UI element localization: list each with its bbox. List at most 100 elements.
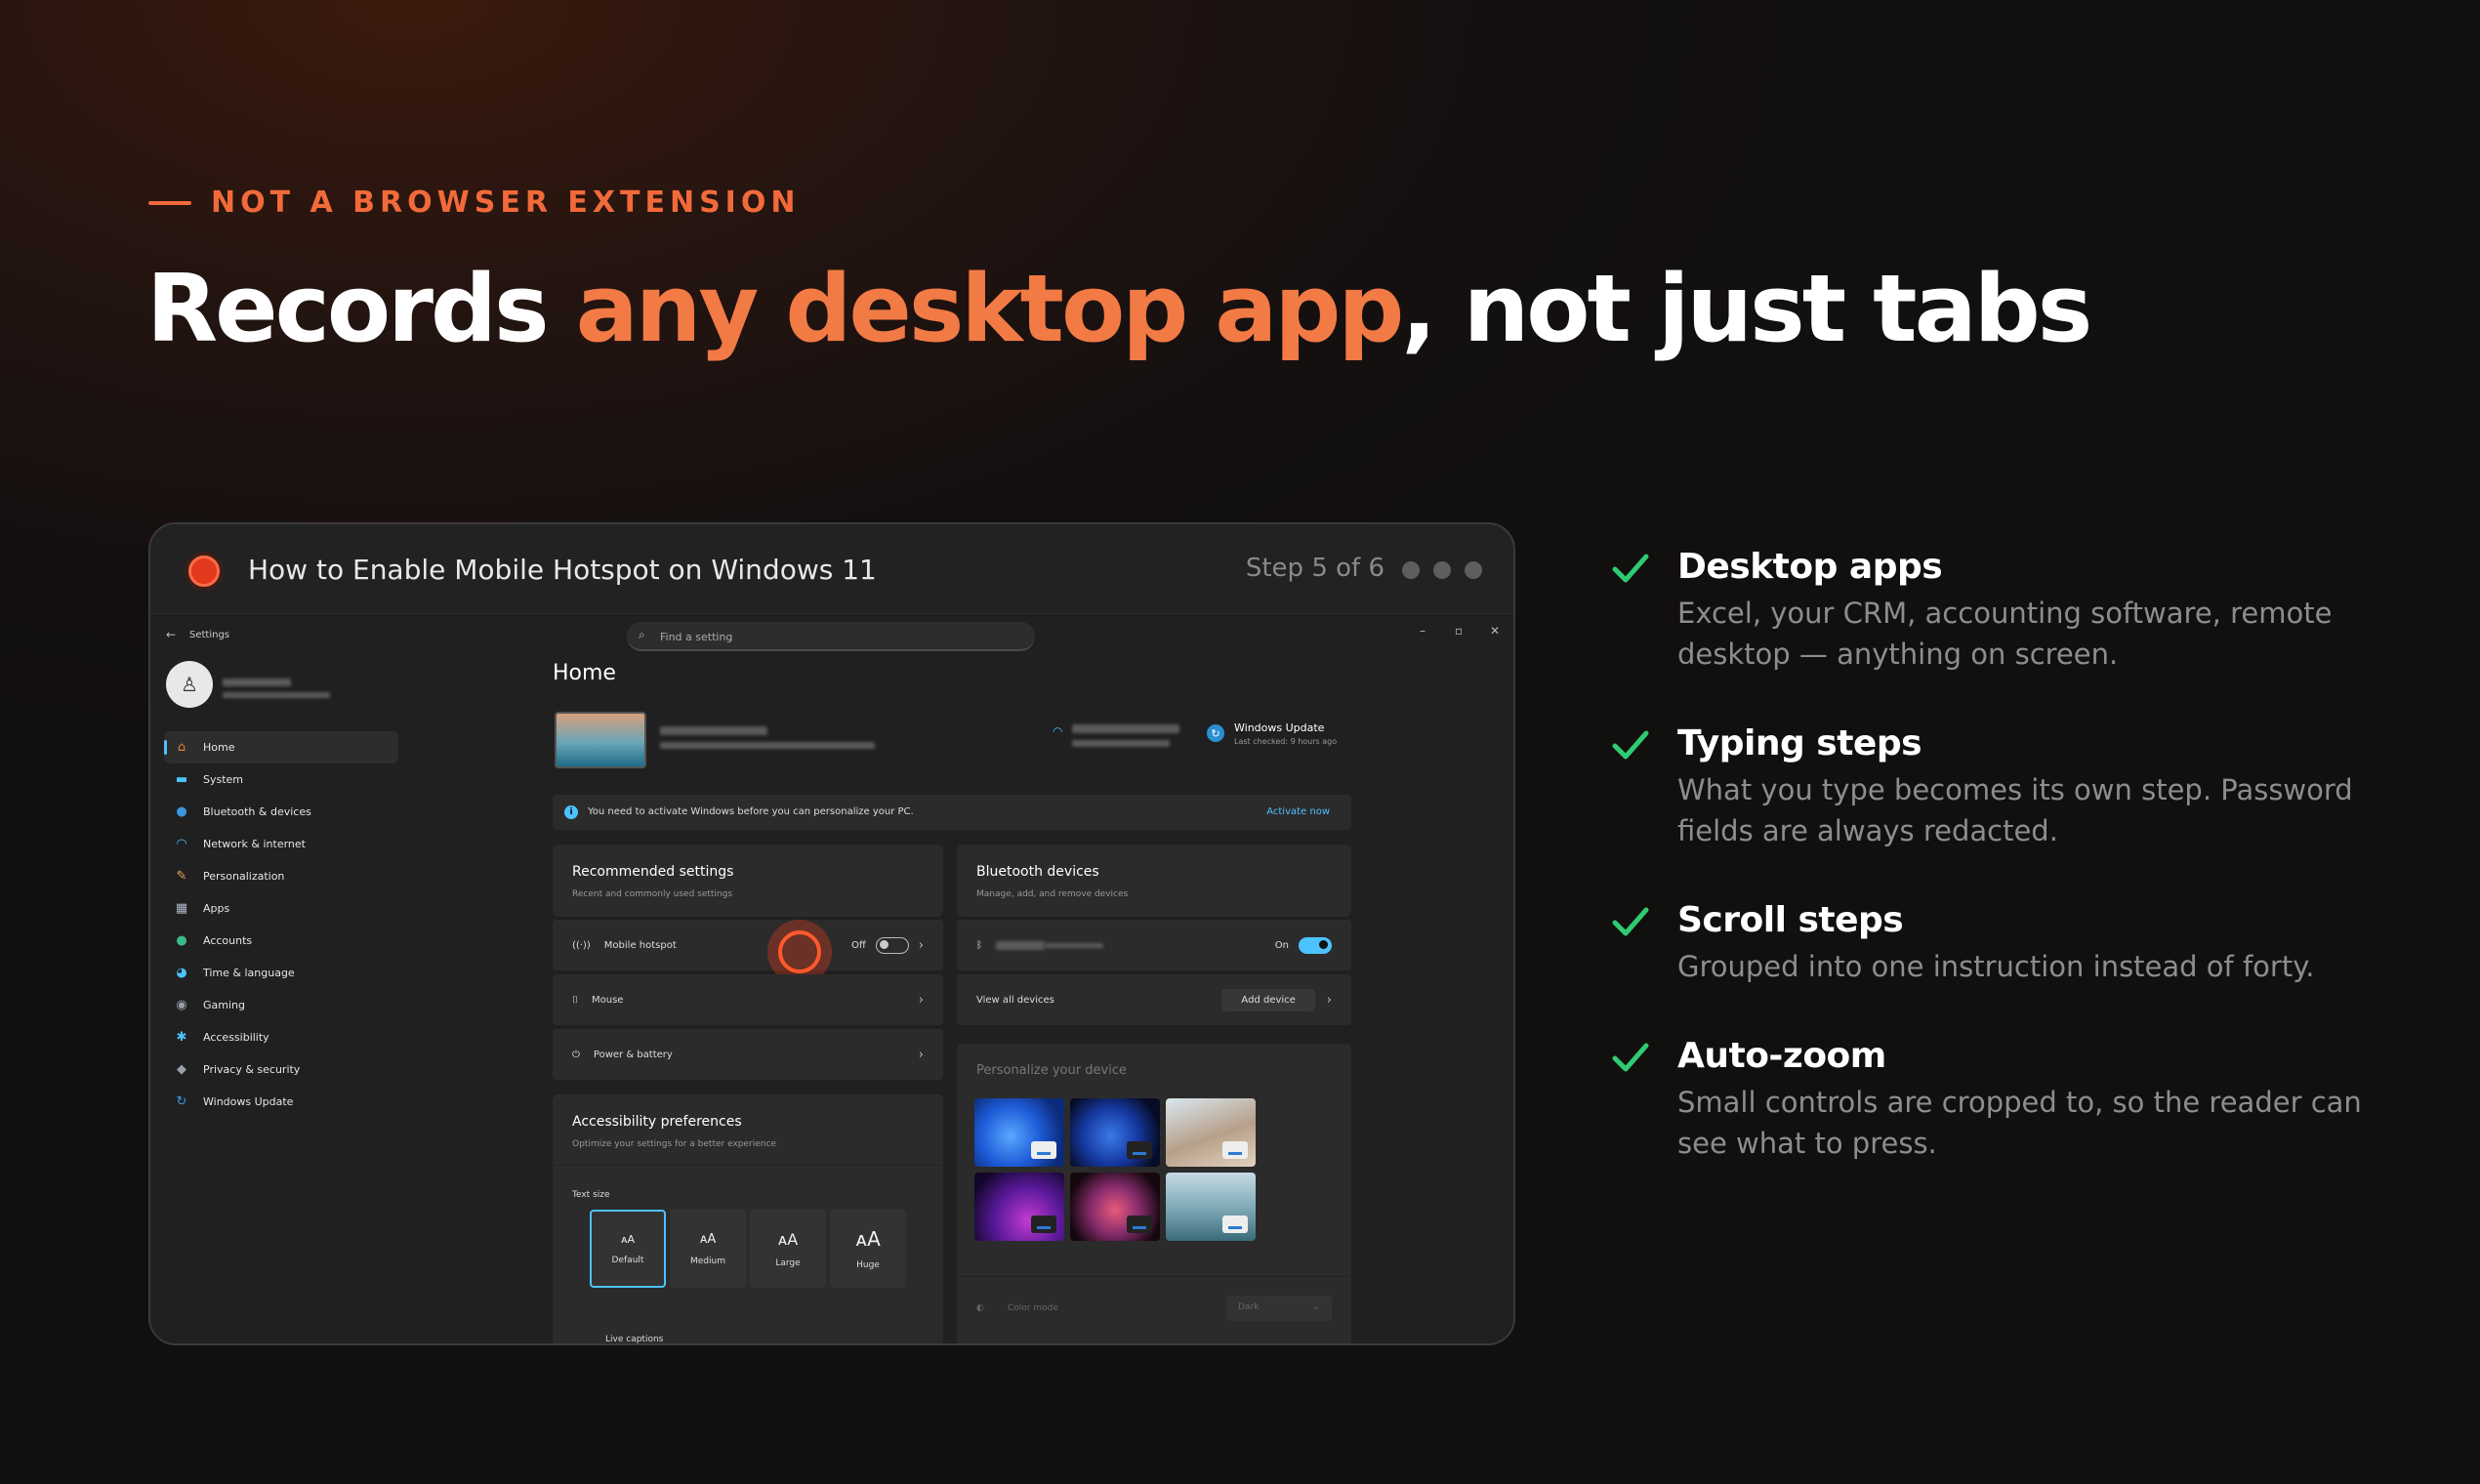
wallpaper-thumb[interactable] bbox=[1070, 1098, 1160, 1167]
sidebar-item-label: Network & internet bbox=[203, 838, 306, 850]
search-placeholder: Find a setting bbox=[660, 631, 733, 643]
wallpaper-thumb[interactable] bbox=[1166, 1173, 1256, 1241]
windows-update-subtitle: Last checked: 9 hours ago bbox=[1234, 737, 1338, 746]
power-battery-label: Power & battery bbox=[593, 1049, 673, 1060]
chevron-right-icon: › bbox=[918, 937, 924, 953]
close-icon[interactable]: ✕ bbox=[1490, 624, 1500, 638]
view-all-devices-row[interactable]: View all devices Add device › bbox=[957, 974, 1351, 1025]
sidebar-item-apps[interactable]: ▦ Apps bbox=[164, 892, 398, 925]
size-label: Large bbox=[775, 1257, 801, 1268]
power-battery-row[interactable]: ⏻ Power & battery › bbox=[553, 1029, 943, 1080]
color-mode-label: Color mode bbox=[1008, 1303, 1058, 1313]
color-mode-icon: ◐ bbox=[976, 1303, 984, 1313]
sidebar-item-privacy-security[interactable]: ◆ Privacy & security bbox=[164, 1053, 398, 1086]
sidebar-item-accessibility[interactable]: ✱ Accessibility bbox=[164, 1021, 398, 1053]
text-size-large[interactable]: ᴀA Large bbox=[750, 1210, 826, 1288]
wifi-icon: ◠ bbox=[1053, 724, 1063, 738]
gamepad-icon: ◉ bbox=[176, 998, 187, 1012]
sidebar-item-personalization[interactable]: ✎ Personalization bbox=[164, 860, 398, 892]
text-size-huge[interactable]: ᴀA Huge bbox=[830, 1210, 906, 1288]
device-thumbnail[interactable] bbox=[555, 712, 646, 768]
personalize-title: Personalize your device bbox=[976, 1063, 1127, 1078]
redacted-device-info bbox=[660, 742, 875, 749]
apps-icon: ▦ bbox=[175, 901, 188, 916]
feature-item: Auto-zoom Small controls are cropped to,… bbox=[1609, 1036, 2371, 1164]
mobile-hotspot-row[interactable]: ((·)) Mobile hotspot Off › bbox=[553, 920, 943, 970]
redacted-network-status bbox=[1072, 740, 1170, 747]
feature-description: Grouped into one instruction instead of … bbox=[1677, 950, 2315, 983]
back-arrow-icon[interactable]: ← bbox=[166, 628, 176, 641]
redacted-email bbox=[223, 692, 330, 698]
bluetooth-state: On bbox=[1274, 939, 1289, 951]
redacted-device-detail bbox=[1045, 942, 1103, 948]
dot-icon bbox=[1433, 561, 1451, 579]
sidebar-item-label: Home bbox=[203, 741, 235, 754]
add-device-button[interactable]: Add device bbox=[1221, 988, 1315, 1011]
sidebar-item-time-language[interactable]: ◕ Time & language bbox=[164, 957, 398, 989]
home-icon: ⌂ bbox=[177, 740, 186, 755]
activation-banner: i You need to activate Windows before yo… bbox=[553, 795, 1351, 830]
feature-item: Typing steps What you type becomes its o… bbox=[1609, 723, 2371, 851]
wifi-icon: ◠ bbox=[176, 837, 187, 851]
headline-part2: , not just tabs bbox=[1401, 256, 2092, 363]
sidebar-item-system[interactable]: ▬ System bbox=[164, 763, 398, 796]
bluetooth-icon: ● bbox=[176, 804, 187, 819]
window-dots bbox=[1402, 561, 1482, 579]
bluetooth-icon: ᛒ bbox=[976, 939, 982, 951]
wallpaper-thumb[interactable] bbox=[974, 1173, 1064, 1241]
eyebrow-dash bbox=[148, 200, 191, 205]
sidebar-item-gaming[interactable]: ◉ Gaming bbox=[164, 989, 398, 1021]
sidebar-item-bluetooth-devices[interactable]: ● Bluetooth & devices bbox=[164, 796, 398, 828]
feature-title: Scroll steps bbox=[1677, 900, 1904, 940]
power-icon: ⏻ bbox=[572, 1049, 580, 1060]
avatar[interactable]: ♙ bbox=[166, 661, 213, 708]
mobile-hotspot-label: Mobile hotspot bbox=[603, 939, 677, 951]
color-mode-select[interactable]: Dark ⌄ bbox=[1226, 1296, 1332, 1321]
sidebar-item-label: Accounts bbox=[203, 934, 253, 947]
sidebar-item-network-internet[interactable]: ◠ Network & internet bbox=[164, 828, 398, 860]
text-size-default[interactable]: ᴀA Default bbox=[590, 1210, 666, 1288]
minimize-icon[interactable]: – bbox=[1420, 624, 1426, 638]
activate-now-link[interactable]: Activate now bbox=[1266, 806, 1330, 817]
wallpaper-thumb[interactable] bbox=[1166, 1098, 1256, 1167]
feature-description: Excel, your CRM, accounting software, re… bbox=[1677, 597, 2333, 671]
search-icon: ⌕ bbox=[639, 628, 645, 641]
sidebar-item-home[interactable]: ⌂ Home bbox=[164, 731, 398, 763]
view-all-devices-link[interactable]: View all devices bbox=[976, 995, 1054, 1006]
headline-part1: Records bbox=[146, 256, 576, 363]
sidebar-nav: ⌂ Home ▬ System ● Bluetooth & devices ◠ Network… bbox=[164, 731, 398, 1118]
wallpaper-thumb[interactable] bbox=[974, 1098, 1064, 1167]
search-input[interactable]: ⌕ Find a setting bbox=[627, 622, 1035, 651]
text-size-medium[interactable]: ᴀA Medium bbox=[670, 1210, 746, 1288]
redacted-device-name bbox=[660, 726, 767, 735]
sidebar-item-label: Accessibility bbox=[203, 1031, 269, 1044]
mouse-icon: ⌷ bbox=[572, 994, 578, 1006]
info-icon: i bbox=[564, 805, 578, 819]
windows-update-title[interactable]: Windows Update bbox=[1234, 721, 1324, 734]
redacted-username bbox=[223, 679, 291, 686]
headline-accent: any desktop app bbox=[575, 256, 1405, 363]
bluetooth-subtitle: Manage, add, and remove devices bbox=[976, 889, 1129, 899]
scrollbar[interactable] bbox=[1513, 707, 1515, 1127]
mouse-row[interactable]: ⌷ Mouse › bbox=[553, 974, 943, 1025]
recommended-settings-panel: Recommended settings Recent and commonly… bbox=[553, 845, 943, 917]
bluetooth-toggle[interactable] bbox=[1299, 936, 1332, 954]
bluetooth-panel: Bluetooth devices Manage, add, and remov… bbox=[957, 845, 1351, 917]
sidebar-item-label: Time & language bbox=[203, 967, 295, 979]
check-icon bbox=[1612, 554, 1649, 583]
wallpaper-thumb[interactable] bbox=[1070, 1173, 1160, 1241]
size-label: Default bbox=[611, 1255, 644, 1265]
recommended-title: Recommended settings bbox=[572, 864, 734, 880]
maximize-icon[interactable]: ▫ bbox=[1455, 624, 1463, 638]
accessibility-subtitle: Optimize your settings for a better expe… bbox=[572, 1139, 776, 1149]
sidebar-item-windows-update[interactable]: ↻ Windows Update bbox=[164, 1086, 398, 1118]
redacted-device bbox=[996, 940, 1045, 950]
mobile-hotspot-toggle[interactable] bbox=[875, 936, 909, 954]
banner-text: You need to activate Windows before you … bbox=[588, 806, 914, 817]
bluetooth-row[interactable]: ᛒ On bbox=[957, 920, 1351, 970]
monitor-icon: ▬ bbox=[175, 772, 188, 787]
sidebar-item-accounts[interactable]: ● Accounts bbox=[164, 925, 398, 957]
sidebar-item-label: Windows Update bbox=[203, 1095, 294, 1108]
wallpaper-grid bbox=[974, 1098, 1256, 1241]
accessibility-title: Accessibility preferences bbox=[572, 1114, 742, 1130]
